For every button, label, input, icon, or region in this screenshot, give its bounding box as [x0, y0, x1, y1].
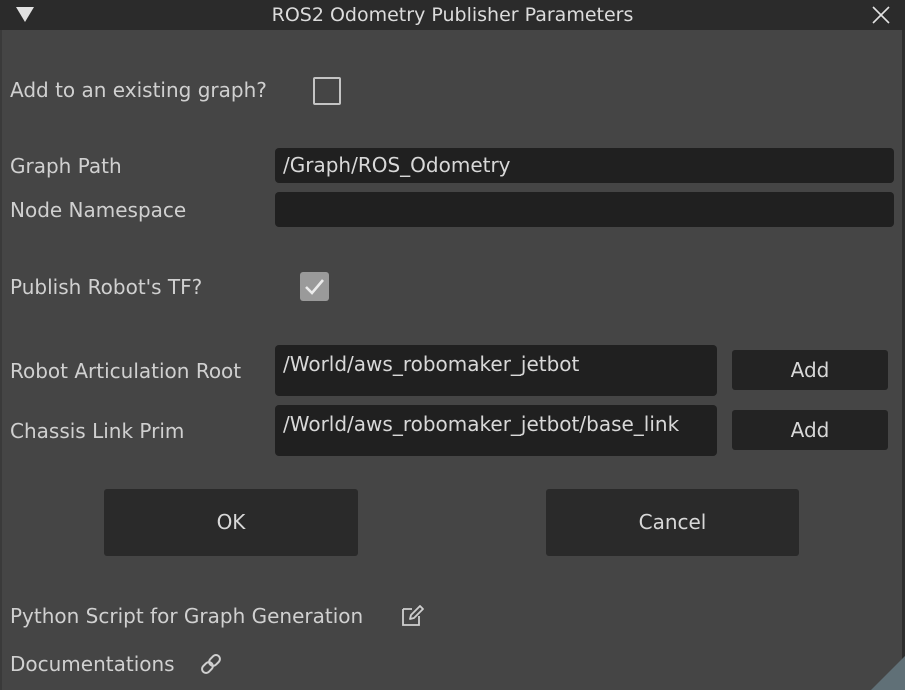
- articulation-root-label: Robot Articulation Root: [10, 359, 242, 383]
- documentation-label[interactable]: Documentations: [10, 652, 175, 676]
- graph-path-input[interactable]: /Graph/ROS_Odometry: [275, 148, 894, 183]
- articulation-root-input[interactable]: /World/aws_robomaker_jetbot: [275, 345, 717, 396]
- link-icon[interactable]: [198, 651, 224, 681]
- publish-tf-checkbox[interactable]: [300, 272, 329, 301]
- chassis-link-label: Chassis Link Prim: [10, 419, 185, 443]
- add-existing-graph-label: Add to an existing graph?: [10, 78, 267, 102]
- add-chassis-link-button[interactable]: Add: [732, 410, 888, 450]
- add-articulation-root-button[interactable]: Add: [732, 350, 888, 390]
- ok-button[interactable]: OK: [104, 489, 358, 556]
- title-bar[interactable]: ROS2 Odometry Publisher Parameters: [0, 0, 905, 30]
- graph-path-label: Graph Path: [10, 154, 122, 178]
- checkmark-icon: [305, 279, 324, 295]
- edit-icon[interactable]: [399, 604, 425, 632]
- window-title: ROS2 Odometry Publisher Parameters: [271, 4, 634, 26]
- python-script-label: Python Script for Graph Generation: [10, 604, 364, 628]
- add-existing-graph-checkbox[interactable]: [313, 77, 341, 105]
- chassis-link-input[interactable]: /World/aws_robomaker_jetbot/base_link: [275, 405, 717, 456]
- close-icon[interactable]: [869, 3, 893, 27]
- node-namespace-label: Node Namespace: [10, 198, 187, 222]
- odometry-parameters-window: ROS2 Odometry Publisher Parameters Add t…: [0, 0, 905, 690]
- node-namespace-input[interactable]: [275, 192, 894, 227]
- resize-grip[interactable]: [871, 656, 905, 690]
- publish-tf-label: Publish Robot's TF?: [10, 275, 203, 299]
- cancel-button[interactable]: Cancel: [546, 489, 799, 556]
- window-left-edge: [0, 30, 2, 690]
